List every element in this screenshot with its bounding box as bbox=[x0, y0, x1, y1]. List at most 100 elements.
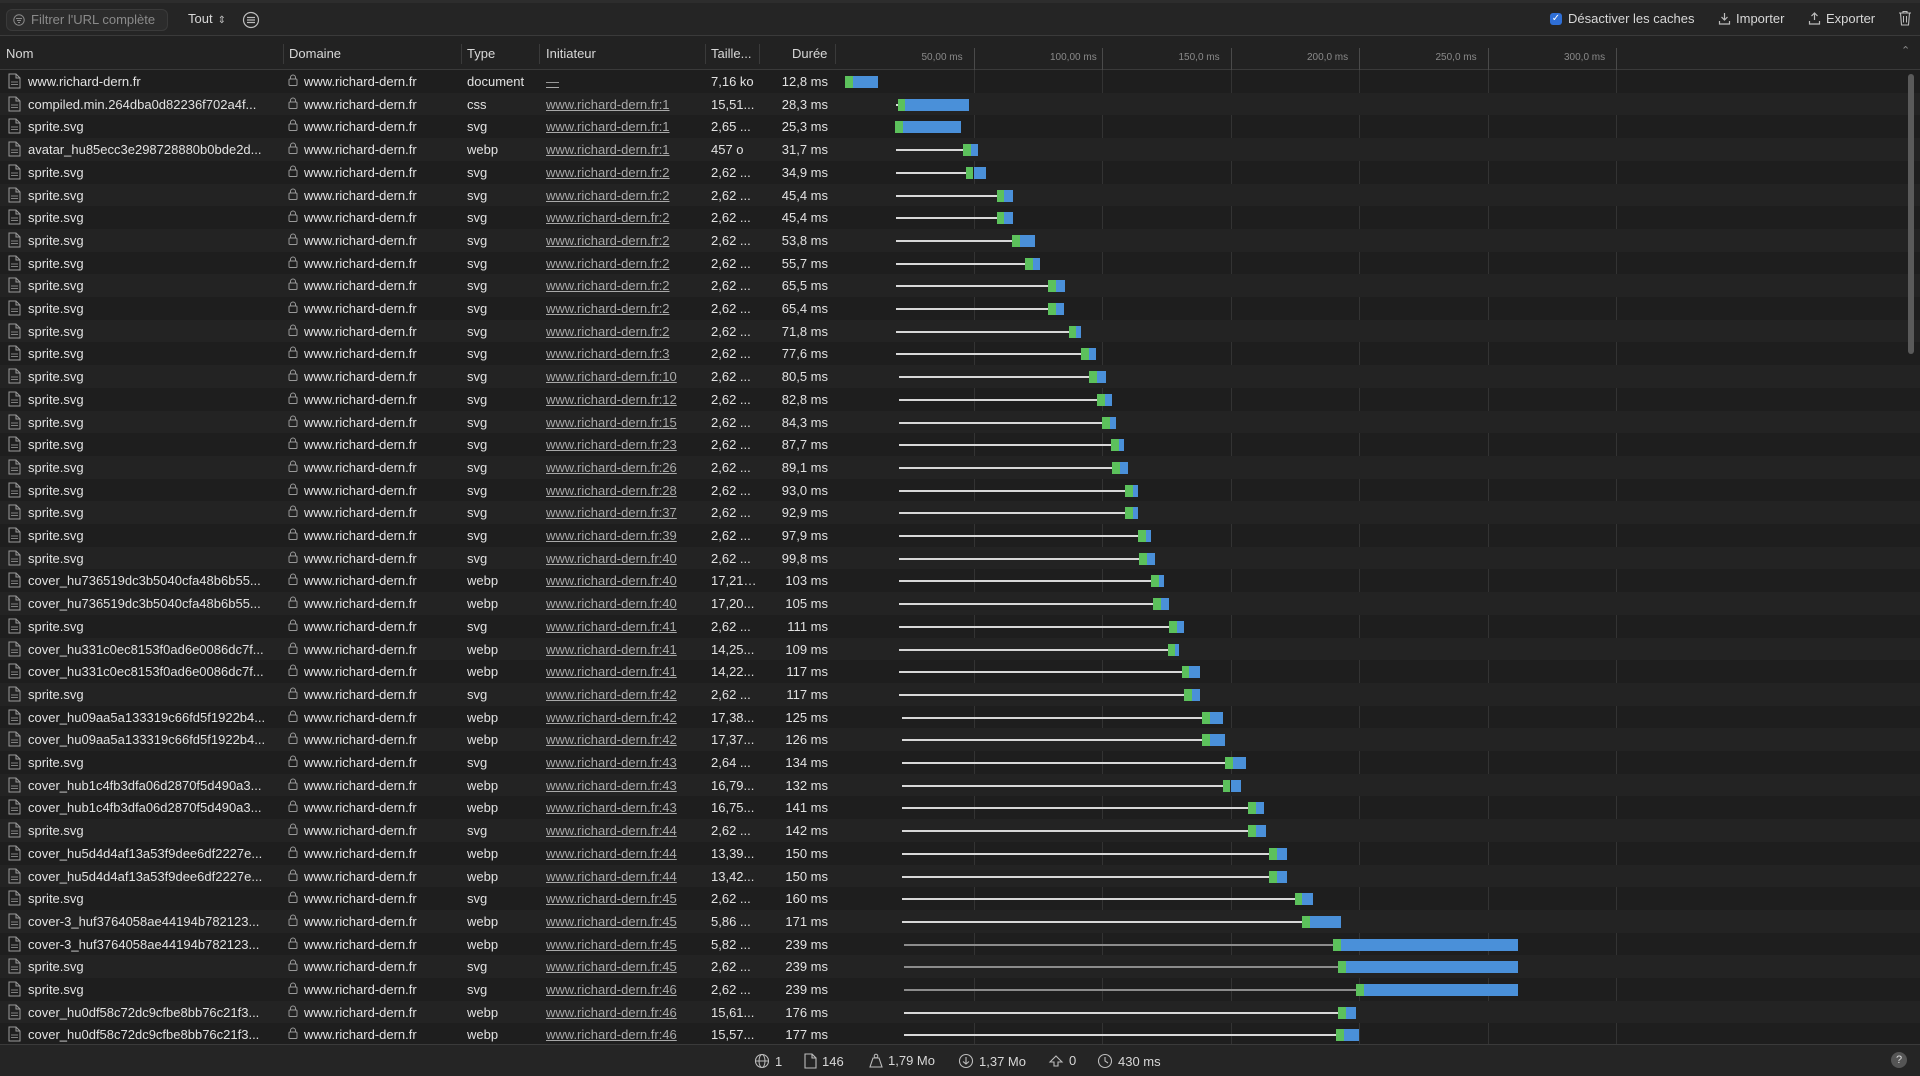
table-row[interactable]: sprite.svg www.richard-dern.fr svg www.rich… bbox=[0, 615, 1920, 638]
request-initiator-link[interactable]: www.richard-dern.fr:43 bbox=[546, 778, 696, 793]
clear-trash-icon[interactable] bbox=[1898, 10, 1912, 26]
request-initiator-link[interactable]: www.richard-dern.fr:2 bbox=[546, 256, 696, 271]
request-initiator-link[interactable]: www.richard-dern.fr:43 bbox=[546, 800, 696, 815]
request-initiator-link[interactable]: www.richard-dern.fr:2 bbox=[546, 278, 696, 293]
column-divider[interactable] bbox=[539, 44, 540, 64]
table-row[interactable]: cover_hu5d4d4af13a53f9dee6df2227e... www.… bbox=[0, 842, 1920, 865]
column-divider[interactable] bbox=[759, 44, 760, 64]
table-row[interactable]: cover_hu5d4d4af13a53f9dee6df2227e... www.… bbox=[0, 864, 1920, 888]
table-row[interactable]: cover_hu736519dc3b5040cfa48b6b55... www.r… bbox=[0, 592, 1920, 615]
request-initiator-link[interactable]: www.richard-dern.fr:1 bbox=[546, 119, 696, 134]
table-row[interactable]: sprite.svg www.richard-dern.fr svg www.rich… bbox=[0, 319, 1920, 343]
request-initiator-link[interactable]: www.richard-dern.fr:44 bbox=[546, 823, 696, 838]
request-initiator-link[interactable]: www.richard-dern.fr:40 bbox=[546, 551, 696, 566]
table-row[interactable]: compiled.min.264dba0d82236f702a4f... www.… bbox=[0, 92, 1920, 116]
table-row[interactable]: cover_hu09aa5a133319c66fd5f1922b4... www.… bbox=[0, 728, 1920, 751]
disable-cache-checkbox[interactable]: ✓ bbox=[1550, 13, 1562, 25]
table-row[interactable]: sprite.svg www.richard-dern.fr svg www.rich… bbox=[0, 682, 1920, 706]
url-filter-input[interactable]: Filtrer l'URL complète bbox=[6, 9, 168, 31]
request-initiator-link[interactable]: www.richard-dern.fr:45 bbox=[546, 891, 696, 906]
column-divider[interactable] bbox=[705, 44, 706, 64]
request-initiator-link[interactable]: www.richard-dern.fr:46 bbox=[546, 982, 696, 997]
table-row[interactable]: sprite.svg www.richard-dern.fr svg www.rich… bbox=[0, 115, 1920, 138]
request-initiator-link[interactable]: www.richard-dern.fr:23 bbox=[546, 437, 696, 452]
request-initiator-link[interactable]: www.richard-dern.fr:15 bbox=[546, 415, 696, 430]
request-initiator-link[interactable]: www.richard-dern.fr:41 bbox=[546, 619, 696, 634]
request-initiator-link[interactable]: www.richard-dern.fr:41 bbox=[546, 664, 696, 679]
request-initiator-link[interactable]: www.richard-dern.fr:42 bbox=[546, 687, 696, 702]
column-divider[interactable] bbox=[835, 44, 836, 64]
export-button[interactable]: Exporter bbox=[1808, 11, 1875, 26]
disable-cache-label[interactable]: Désactiver les caches bbox=[1568, 11, 1694, 26]
request-initiator-link[interactable]: www.richard-dern.fr:26 bbox=[546, 460, 696, 475]
column-header-name[interactable]: Nom bbox=[6, 46, 33, 61]
table-row[interactable]: cover_hu736519dc3b5040cfa48b6b55... www.r… bbox=[0, 569, 1920, 592]
table-row[interactable]: sprite.svg www.richard-dern.fr svg www.rich… bbox=[0, 342, 1920, 365]
table-row[interactable]: sprite.svg www.richard-dern.fr svg www.rich… bbox=[0, 297, 1920, 320]
request-initiator-link[interactable]: www.richard-dern.fr:2 bbox=[546, 233, 696, 248]
column-header-initiator[interactable]: Initiateur bbox=[546, 46, 596, 61]
table-row[interactable]: sprite.svg www.richard-dern.fr svg www.rich… bbox=[0, 388, 1920, 411]
table-row[interactable]: sprite.svg www.richard-dern.fr svg www.rich… bbox=[0, 501, 1920, 524]
table-row[interactable]: sprite.svg www.richard-dern.fr svg www.rich… bbox=[0, 274, 1920, 297]
request-initiator-link[interactable]: www.richard-dern.fr:43 bbox=[546, 755, 696, 770]
column-header-duration[interactable]: Durée bbox=[792, 46, 827, 61]
request-initiator-link[interactable]: www.richard-dern.fr:3 bbox=[546, 346, 696, 361]
column-header-domain[interactable]: Domaine bbox=[289, 46, 341, 61]
table-row[interactable]: sprite.svg www.richard-dern.fr svg www.rich… bbox=[0, 206, 1920, 229]
request-initiator-link[interactable]: www.richard-dern.fr:2 bbox=[546, 165, 696, 180]
type-filter-select[interactable]: Tout ⇕ bbox=[188, 11, 226, 26]
column-divider[interactable] bbox=[461, 44, 462, 64]
request-initiator-link[interactable]: www.richard-dern.fr:46 bbox=[546, 1005, 696, 1020]
table-row[interactable]: cover_hu331c0ec8153f0ad6e0086dc7f... www.… bbox=[0, 660, 1920, 683]
table-row[interactable]: avatar_hu85ecc3e298728880b0bde2d... www.r… bbox=[0, 138, 1920, 161]
table-row[interactable]: sprite.svg www.richard-dern.fr svg www.rich… bbox=[0, 252, 1920, 275]
table-row[interactable]: cover-3_huf3764058ae44194b782123... www.r… bbox=[0, 933, 1920, 956]
request-initiator-link[interactable]: www.richard-dern.fr:39 bbox=[546, 528, 696, 543]
chevron-up-icon[interactable]: ⌃ bbox=[1901, 44, 1910, 57]
vertical-scrollbar[interactable] bbox=[1908, 74, 1914, 354]
request-initiator-link[interactable]: www.richard-dern.fr:1 bbox=[546, 97, 696, 112]
request-initiator-link[interactable]: www.richard-dern.fr:1 bbox=[546, 142, 696, 157]
table-row[interactable]: sprite.svg www.richard-dern.fr svg www.rich… bbox=[0, 183, 1920, 207]
table-row[interactable]: cover_hu0df58c72dc9cfbe8bb76c21f3... www.… bbox=[0, 1023, 1920, 1044]
table-row[interactable]: www.richard-dern.fr www.richard-dern.fr do… bbox=[0, 70, 1920, 93]
request-initiator-link[interactable]: www.richard-dern.fr:42 bbox=[546, 732, 696, 747]
table-row[interactable]: sprite.svg www.richard-dern.fr svg www.rich… bbox=[0, 410, 1920, 434]
table-row[interactable]: sprite.svg www.richard-dern.fr svg www.rich… bbox=[0, 228, 1920, 252]
table-row[interactable]: sprite.svg www.richard-dern.fr svg www.rich… bbox=[0, 479, 1920, 502]
table-row[interactable]: cover_hub1c4fb3dfa06d2870f5d490a3... www.… bbox=[0, 796, 1920, 819]
column-divider[interactable] bbox=[283, 44, 284, 64]
help-icon[interactable]: ? bbox=[1891, 1052, 1907, 1068]
table-row[interactable]: sprite.svg www.richard-dern.fr svg www.rich… bbox=[0, 887, 1920, 910]
table-row[interactable]: sprite.svg www.richard-dern.fr svg www.rich… bbox=[0, 819, 1920, 842]
request-initiator-link[interactable]: www.richard-dern.fr:45 bbox=[546, 959, 696, 974]
request-initiator-link[interactable]: www.richard-dern.fr:44 bbox=[546, 846, 696, 861]
table-row[interactable]: sprite.svg www.richard-dern.fr svg www.rich… bbox=[0, 161, 1920, 184]
request-initiator-link[interactable]: www.richard-dern.fr:12 bbox=[546, 392, 696, 407]
table-row[interactable]: cover_hu09aa5a133319c66fd5f1922b4... www.… bbox=[0, 706, 1920, 729]
request-initiator-link[interactable]: www.richard-dern.fr:28 bbox=[546, 483, 696, 498]
import-button[interactable]: Importer bbox=[1718, 11, 1784, 26]
request-initiator-link[interactable]: www.richard-dern.fr:42 bbox=[546, 710, 696, 725]
column-header-type[interactable]: Type bbox=[467, 46, 495, 61]
request-initiator-link[interactable]: www.richard-dern.fr:2 bbox=[546, 324, 696, 339]
column-header-size[interactable]: Taille... bbox=[711, 46, 751, 61]
request-initiator-link[interactable]: www.richard-dern.fr:10 bbox=[546, 369, 696, 384]
request-initiator-link[interactable]: www.richard-dern.fr:2 bbox=[546, 301, 696, 316]
table-row[interactable]: cover_hu0df58c72dc9cfbe8bb76c21f3... www.… bbox=[0, 1000, 1920, 1024]
table-row[interactable]: sprite.svg www.richard-dern.fr svg www.rich… bbox=[0, 546, 1920, 570]
request-initiator-link[interactable]: www.richard-dern.fr:45 bbox=[546, 914, 696, 929]
table-row[interactable]: cover_hu331c0ec8153f0ad6e0086dc7f... www.… bbox=[0, 637, 1920, 661]
filter-options-icon[interactable] bbox=[242, 11, 260, 29]
table-row[interactable]: sprite.svg www.richard-dern.fr svg www.rich… bbox=[0, 455, 1920, 479]
request-initiator-link[interactable]: www.richard-dern.fr:2 bbox=[546, 188, 696, 203]
request-initiator-link[interactable]: www.richard-dern.fr:37 bbox=[546, 505, 696, 520]
request-initiator-link[interactable]: www.richard-dern.fr:41 bbox=[546, 642, 696, 657]
request-initiator-link[interactable]: www.richard-dern.fr:45 bbox=[546, 937, 696, 952]
request-initiator-link[interactable]: www.richard-dern.fr:40 bbox=[546, 573, 696, 588]
table-row[interactable]: sprite.svg www.richard-dern.fr svg www.rich… bbox=[0, 955, 1920, 978]
table-row[interactable]: sprite.svg www.richard-dern.fr svg www.rich… bbox=[0, 751, 1920, 774]
request-initiator-link[interactable]: www.richard-dern.fr:44 bbox=[546, 869, 696, 884]
request-initiator-link[interactable]: www.richard-dern.fr:46 bbox=[546, 1027, 696, 1042]
